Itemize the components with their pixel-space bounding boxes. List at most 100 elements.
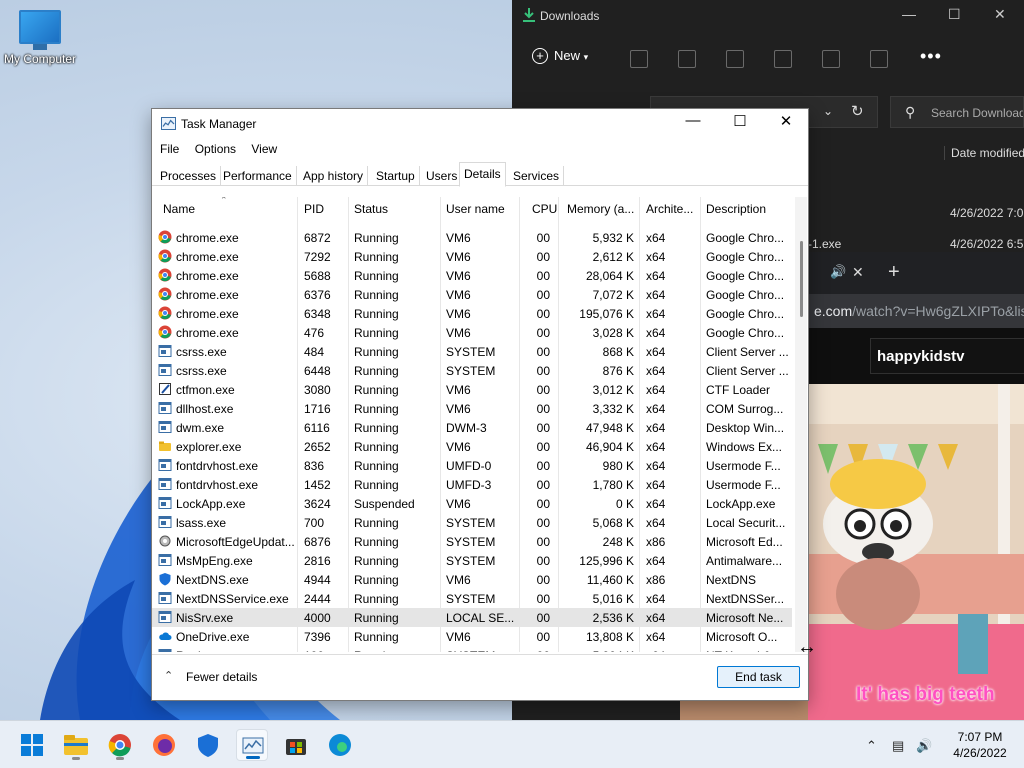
network-icon[interactable]: ▤ (892, 738, 904, 754)
column-header-architecture[interactable]: Archite... (646, 202, 698, 216)
explorer-titlebar[interactable]: Downloads — ☐ ✕ (512, 0, 1024, 32)
close-button[interactable]: ✕ (994, 6, 1006, 23)
cell-desc: Google Chro... (706, 231, 785, 245)
table-row[interactable]: lsass.exe 700 Running SYSTEM 00 5,068 K x64 Loc… (152, 513, 792, 532)
cut-icon[interactable] (630, 50, 648, 68)
column-header-description[interactable]: Description (706, 202, 766, 216)
column-header-memory[interactable]: Memory (a... (567, 202, 637, 216)
cell-arch: x64 (646, 478, 666, 492)
tab-startup[interactable]: Startup (372, 166, 420, 186)
cell-cpu: 00 (536, 288, 550, 302)
table-row[interactable]: chrome.exe 5688 Running VM6 00 28,064 K x64 Goo… (152, 266, 792, 285)
table-row[interactable]: Registry 100 Running SYSTEM 00 5,904 K x64 NT K… (152, 646, 792, 652)
table-row[interactable]: chrome.exe 6872 Running VM6 00 5,932 K x64 Goog… (152, 228, 792, 247)
table-row[interactable]: dwm.exe 6116 Running DWM-3 00 47,948 K x64 Desk… (152, 418, 792, 437)
table-row[interactable]: MicrosoftEdgeUpdat... 6876 Running SYSTEM 00… (152, 532, 792, 551)
speaker-icon[interactable]: 🔊 (830, 264, 846, 280)
table-row[interactable]: csrss.exe 6448 Running SYSTEM 00 876 K x64 Clie… (152, 361, 792, 380)
table-row[interactable]: LockApp.exe 3624 Suspended VM6 00 0 K x64 LockA… (152, 494, 792, 513)
cell-arch: x64 (646, 326, 666, 340)
table-row[interactable]: OneDrive.exe 7396 Running VM6 00 13,808 K x64 M… (152, 627, 792, 646)
sort-ascending-icon: ⌃ (220, 197, 228, 205)
volume-icon[interactable]: 🔊 (916, 738, 932, 754)
delete-icon[interactable] (870, 50, 888, 68)
copy-icon[interactable] (678, 50, 696, 68)
menu-view[interactable]: View (251, 142, 277, 156)
cell-user: VM6 (446, 573, 471, 587)
table-row[interactable]: csrss.exe 484 Running SYSTEM 00 868 K x64 Clien… (152, 342, 792, 361)
menu-file[interactable]: File (160, 142, 179, 156)
tab-processes[interactable]: Processes (156, 166, 222, 186)
taskbar-firefox[interactable] (148, 729, 180, 761)
taskbar-chrome[interactable] (104, 729, 136, 761)
close-button[interactable]: ✕ (766, 112, 806, 130)
file-name[interactable]: -1.exe (808, 237, 841, 251)
new-tab-button[interactable]: + (888, 261, 900, 284)
table-row[interactable]: chrome.exe 7292 Running VM6 00 2,612 K x64 Goog… (152, 247, 792, 266)
column-header-user[interactable]: User name (446, 202, 505, 216)
ctfmon-icon (159, 383, 171, 395)
table-row[interactable]: NextDNS.exe 4944 Running VM6 00 11,460 K x86 Ne… (152, 570, 792, 589)
fewer-details-link[interactable]: Fewer details (186, 670, 257, 684)
scrollbar-thumb[interactable] (800, 241, 803, 317)
chevron-up-icon[interactable]: ⌃ (164, 669, 173, 682)
column-header-name[interactable]: Name (163, 202, 195, 216)
explorer-search-input[interactable]: ⚲ Search Download (890, 96, 1024, 128)
tab-users[interactable]: Users (422, 166, 463, 186)
table-row[interactable]: NisSrv.exe 4000 Running LOCAL SE... 00 2,536 … (152, 608, 792, 627)
taskbar-task-manager[interactable] (236, 729, 268, 761)
maximize-button[interactable]: ☐ (948, 6, 961, 23)
application-icon (158, 478, 172, 490)
tab-services[interactable]: Services (509, 166, 565, 186)
desktop-icon-my-computer[interactable]: My Computer (2, 10, 78, 66)
cell-user: VM6 (446, 440, 471, 454)
more-options-icon[interactable]: ••• (920, 46, 942, 67)
video-player[interactable]: It' has big teeth (808, 384, 1024, 720)
taskbar-edge[interactable] (324, 729, 356, 761)
table-row[interactable]: MsMpEng.exe 2816 Running SYSTEM 00 125,996 K x… (152, 551, 792, 570)
cell-pid: 4000 (304, 611, 331, 625)
start-button[interactable] (16, 729, 48, 761)
table-row[interactable]: ctfmon.exe 3080 Running VM6 00 3,012 K x64 CTF … (152, 380, 792, 399)
taskbar-clock[interactable]: 7:07 PM 4/26/2022 (950, 729, 1010, 761)
table-row[interactable]: fontdrvhost.exe 1452 Running UMFD-3 00 1,780 … (152, 475, 792, 494)
taskbar-store[interactable] (280, 729, 312, 761)
minimize-button[interactable]: — (902, 6, 916, 22)
cell-mem: 46,904 K (585, 440, 634, 454)
table-row[interactable]: chrome.exe 6348 Running VM6 00 195,076 K x64 Go… (152, 304, 792, 323)
refresh-icon[interactable]: ↻ (851, 102, 864, 120)
chevron-down-icon[interactable]: ⌄ (823, 104, 833, 118)
column-header-date-modified[interactable]: Date modified (944, 146, 1024, 160)
column-header-cpu[interactable]: CPU (532, 202, 557, 216)
table-row[interactable]: dllhost.exe 1716 Running VM6 00 3,332 K x64 COM… (152, 399, 792, 418)
youtube-search-input[interactable]: happykidstv (870, 338, 1024, 374)
chevron-up-icon[interactable]: ⌃ (866, 738, 877, 754)
maximize-button[interactable]: ☐ (720, 112, 760, 130)
end-task-button[interactable]: End task (717, 666, 800, 688)
share-icon[interactable] (822, 50, 840, 68)
table-row[interactable]: explorer.exe 2652 Running VM6 00 46,904 K x64 W… (152, 437, 792, 456)
column-header-status[interactable]: Status (354, 202, 388, 216)
table-row[interactable]: NextDNSService.exe 2444 Running SYSTEM 00 5,0… (152, 589, 792, 608)
paste-icon[interactable] (726, 50, 744, 68)
tab-performance[interactable]: Performance (219, 166, 297, 186)
taskbar-file-explorer[interactable] (60, 729, 92, 761)
table-row[interactable]: fontdrvhost.exe 836 Running UMFD-0 00 980 K x6… (152, 456, 792, 475)
close-tab-icon[interactable]: ✕ (852, 264, 864, 281)
table-row[interactable]: chrome.exe 6376 Running VM6 00 7,072 K x64 Goog… (152, 285, 792, 304)
rename-icon[interactable] (774, 50, 792, 68)
taskbar-nextdns[interactable] (192, 729, 224, 761)
menu-options[interactable]: Options (195, 142, 236, 156)
tab-app-history[interactable]: App history (299, 166, 369, 186)
url-bar[interactable]: e.com/watch?v=Hw6gZLXIPTo&list (808, 294, 1024, 328)
new-button[interactable]: + New ▾ (532, 48, 588, 64)
cell-arch: x64 (646, 421, 666, 435)
application-icon (158, 459, 172, 471)
minimize-button[interactable]: — (673, 112, 713, 129)
vertical-scrollbar[interactable] (795, 197, 807, 652)
cell-name: NextDNS.exe (176, 573, 249, 587)
table-row[interactable]: chrome.exe 476 Running VM6 00 3,028 K x64 Googl… (152, 323, 792, 342)
tab-details[interactable]: Details (459, 162, 506, 187)
column-header-pid[interactable]: PID (304, 202, 324, 216)
cell-desc: NextDNS (706, 573, 757, 587)
